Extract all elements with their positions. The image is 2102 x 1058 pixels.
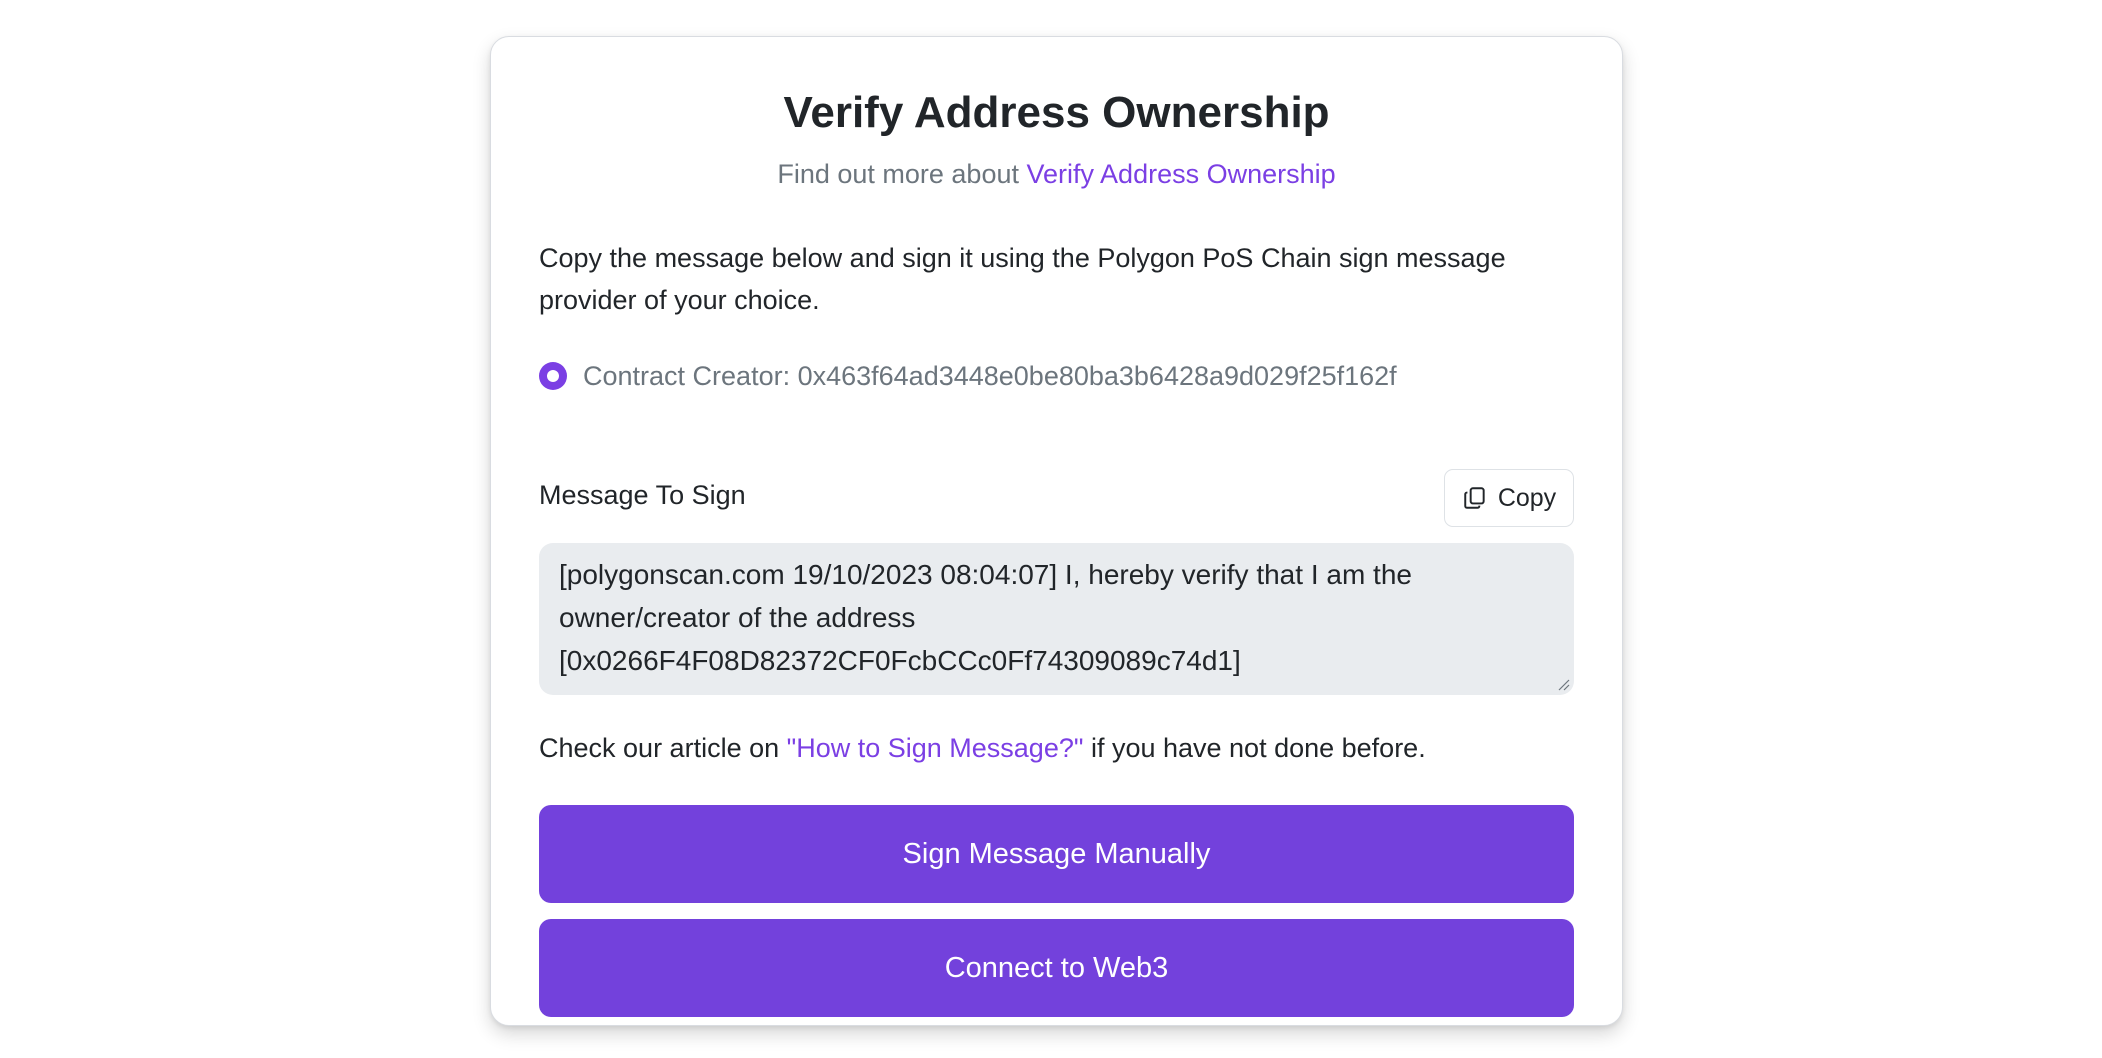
message-textarea[interactable]: [polygonscan.com 19/10/2023 08:04:07] I,… xyxy=(539,543,1574,695)
resize-handle-icon[interactable] xyxy=(1556,677,1570,691)
message-header: Message To Sign Copy xyxy=(539,469,1574,527)
subtitle: Find out more about Verify Address Owner… xyxy=(539,157,1574,192)
message-line: [0x0266F4F08D82372CF0FcbCCc0Ff74309089c7… xyxy=(559,645,1241,676)
copy-icon xyxy=(1464,487,1485,509)
message-line: owner/creator of the address xyxy=(559,602,916,633)
verify-ownership-card: Verify Address Ownership Find out more a… xyxy=(490,36,1623,1026)
contract-creator-label: Contract Creator: 0x463f64ad3448e0be80ba… xyxy=(583,360,1397,391)
how-to-sign-link[interactable]: "How to Sign Message?" xyxy=(787,733,1084,763)
article-prefix: Check our article on xyxy=(539,733,787,763)
verify-ownership-link[interactable]: Verify Address Ownership xyxy=(1027,159,1336,189)
message-label: Message To Sign xyxy=(539,480,746,510)
article-text: Check our article on "How to Sign Messag… xyxy=(539,727,1574,769)
copy-button-label: Copy xyxy=(1497,483,1557,512)
message-line: [polygonscan.com 19/10/2023 08:04:07] I,… xyxy=(559,559,1412,590)
connect-web3-button[interactable]: Connect to Web3 xyxy=(539,919,1574,1017)
subtitle-prefix: Find out more about xyxy=(777,159,1027,189)
contract-creator-option[interactable]: Contract Creator: 0x463f64ad3448e0be80ba… xyxy=(539,355,1574,397)
instructions-text: Copy the message below and sign it using… xyxy=(539,243,1506,315)
sign-message-manually-button[interactable]: Sign Message Manually xyxy=(539,805,1574,903)
copy-button[interactable]: Copy xyxy=(1444,469,1574,527)
page-title: Verify Address Ownership xyxy=(783,88,1330,137)
radio-selected-icon[interactable] xyxy=(539,362,567,390)
article-suffix: if you have not done before. xyxy=(1083,733,1426,763)
